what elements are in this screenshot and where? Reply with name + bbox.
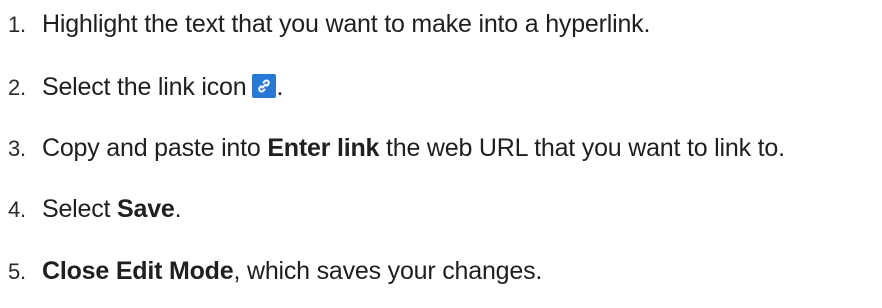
step-number: 3. [8, 136, 26, 161]
step-text: Select [42, 195, 118, 223]
step-text-end: . [174, 195, 182, 223]
step-number: 5. [8, 259, 26, 284]
step-number: 4. [8, 197, 26, 222]
link-icon [252, 74, 277, 98]
step-text-end: . [276, 73, 284, 101]
enter-link-label: Enter link [267, 134, 380, 162]
step-5: 5. Close Edit Mode, which saves your chan… [8, 255, 542, 288]
save-label: Save [117, 195, 175, 223]
step-number: 1. [8, 12, 26, 37]
step-2: 2. Select the link icon. [8, 71, 283, 104]
step-text-end: , which saves your changes. [233, 257, 543, 285]
step-text: Copy and paste into [42, 134, 268, 162]
step-text-end: the web URL that you want to link to. [379, 134, 785, 162]
step-4: 4. Select Save. [8, 193, 182, 226]
step-3: 3. Copy and paste into Enter link the web… [8, 132, 785, 165]
step-text: Select the link icon [42, 73, 247, 101]
step-number: 2. [8, 75, 26, 100]
step-text: Highlight the text that you want to make… [42, 10, 651, 38]
step-1: 1. Highlight the text that you want to ma… [8, 8, 650, 41]
close-edit-mode-label: Close Edit Mode [42, 257, 234, 285]
